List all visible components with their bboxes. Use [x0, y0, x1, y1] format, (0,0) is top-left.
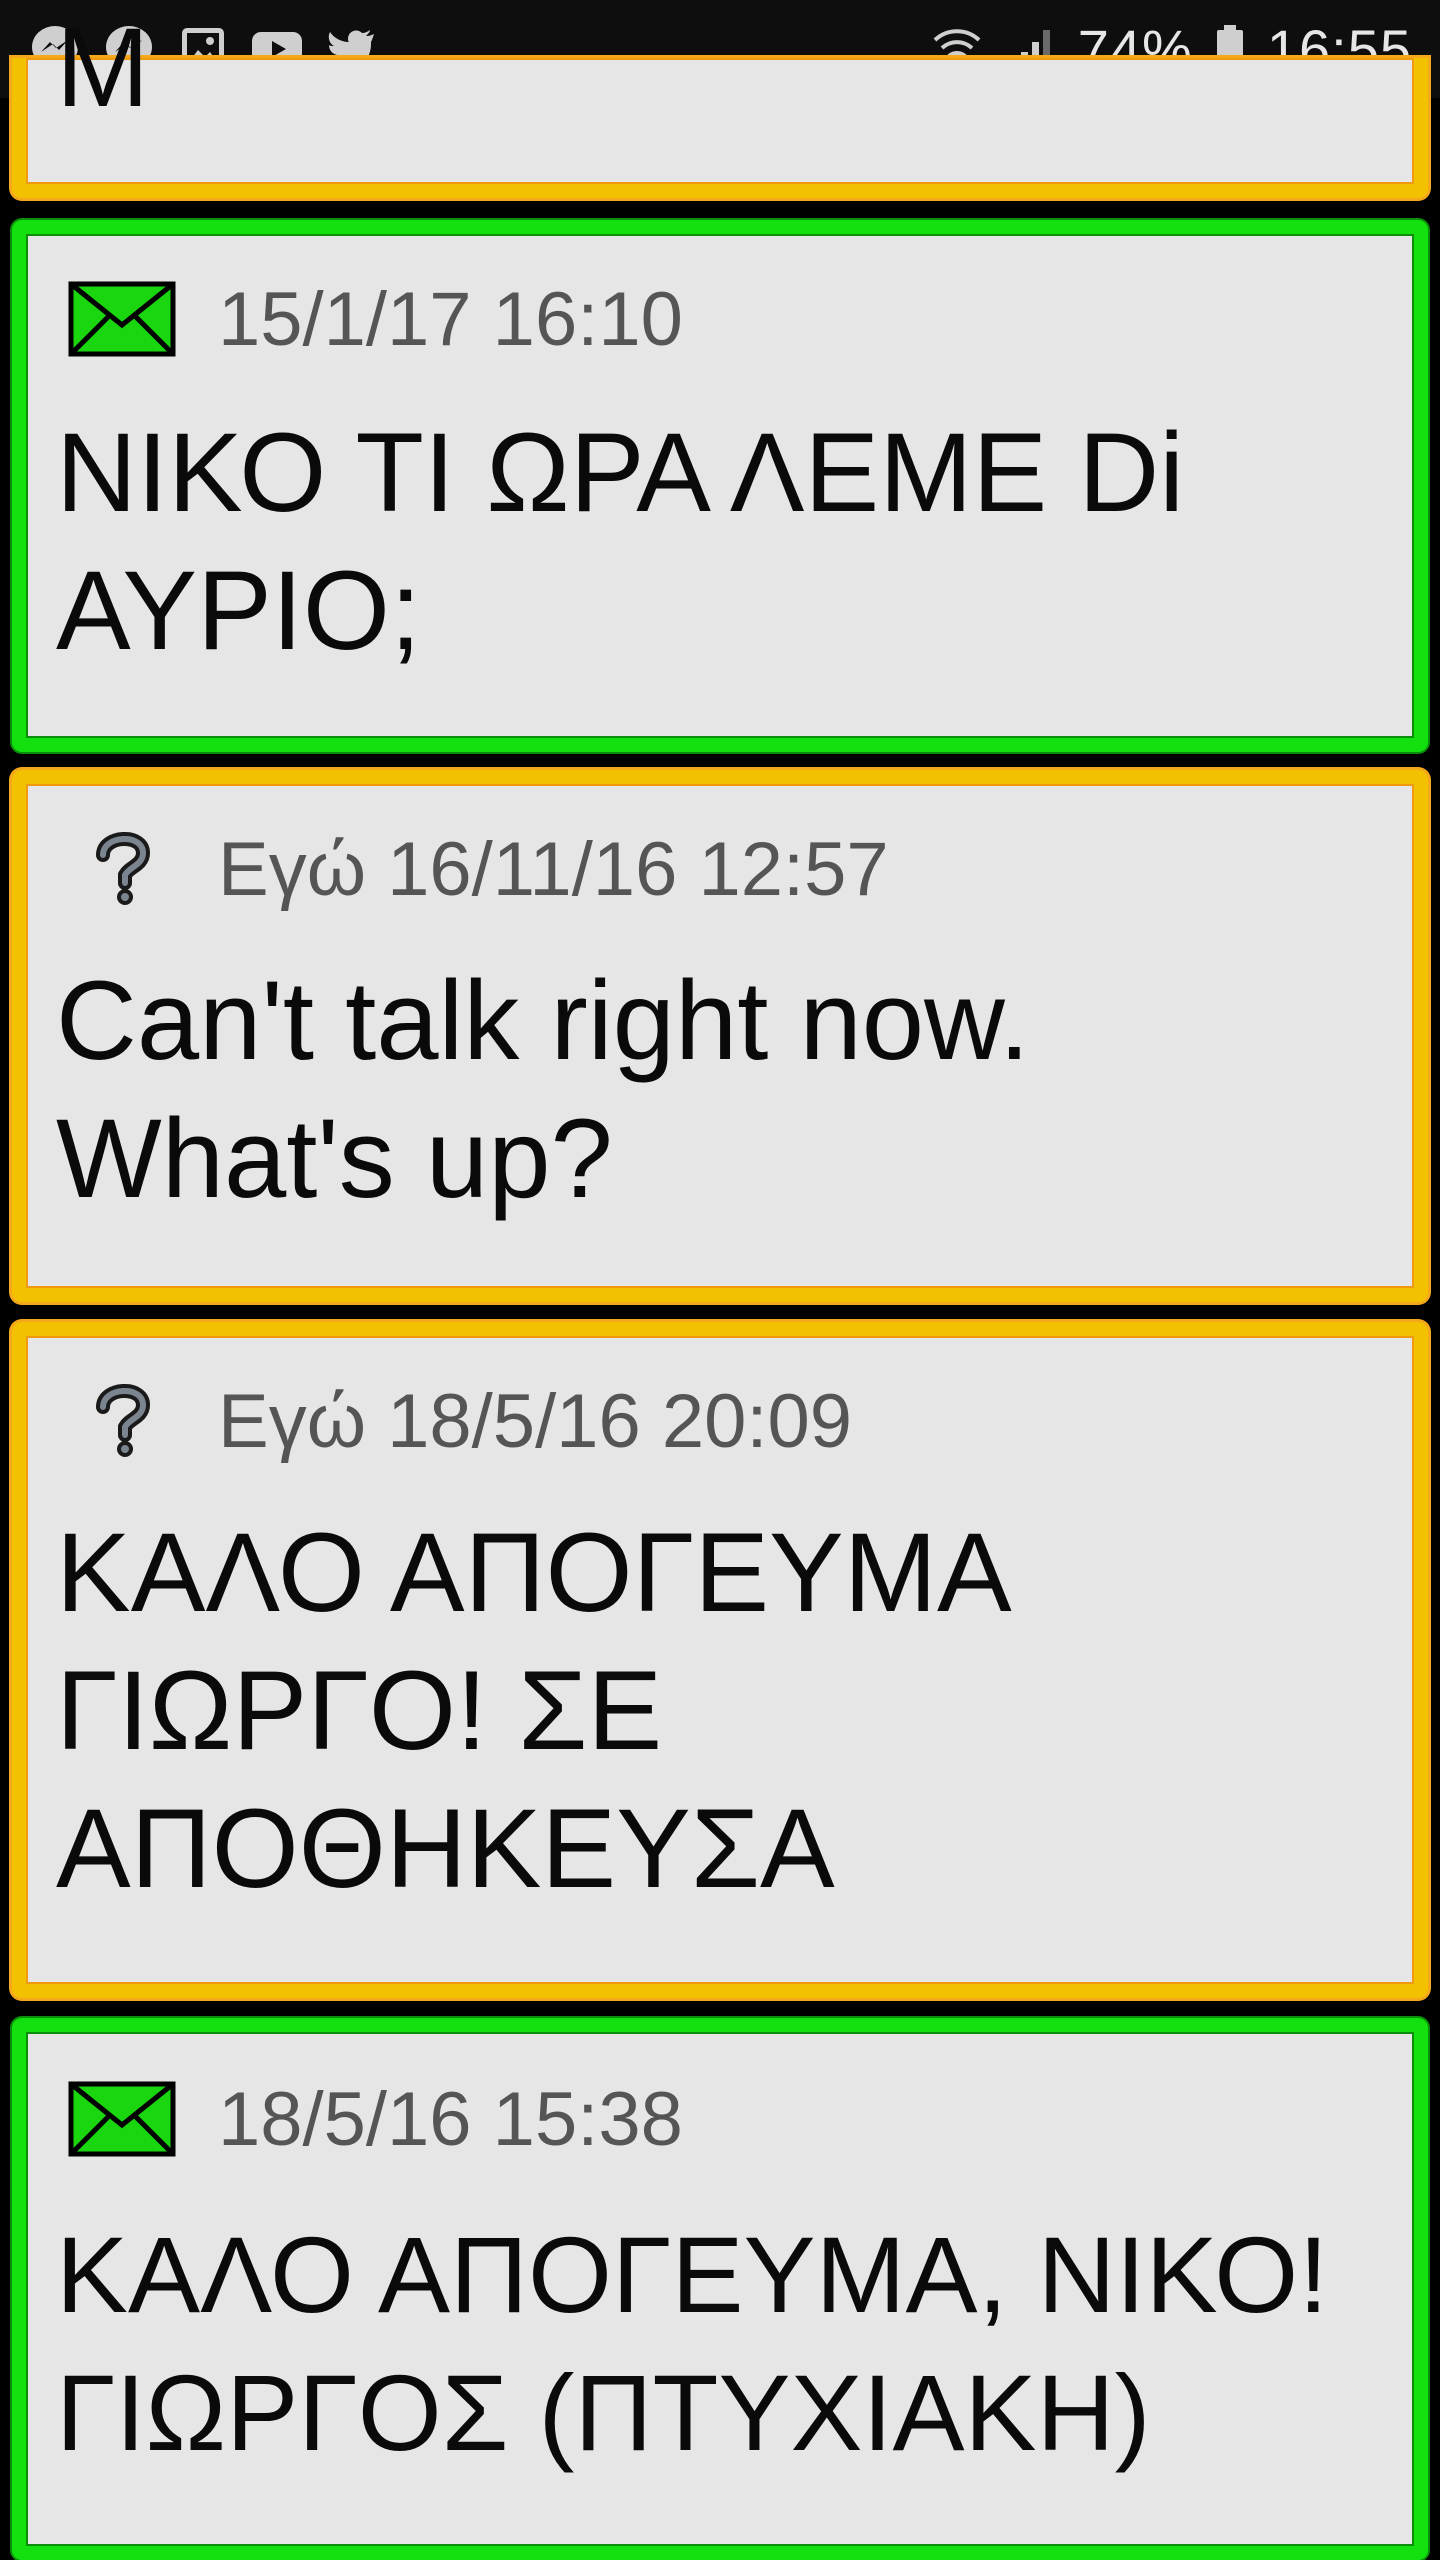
message-text: M	[56, 28, 150, 108]
message-header: 18/5/16 15:38	[66, 2074, 683, 2164]
message-card-sent[interactable]: Εγώ 16/11/16 12:57 Can't talk right now.…	[12, 770, 1428, 1302]
message-timestamp: Εγώ 18/5/16 20:09	[218, 1378, 853, 1464]
envelope-icon	[66, 279, 178, 359]
message-text: Can't talk right now. What's up?	[56, 958, 1030, 1221]
message-timestamp: 18/5/16 15:38	[218, 2076, 683, 2162]
message-card-sent[interactable]: M	[12, 28, 1428, 198]
message-card-received[interactable]: 18/5/16 15:38 ΚΑΛΟ ΑΠΟΓΕΥΜΑ, ΝΙΚΟ! ΓΙΩΡΓ…	[12, 2018, 1428, 2560]
message-header: Εγώ 18/5/16 20:09	[66, 1376, 852, 1466]
message-timestamp: 15/1/17 16:10	[218, 276, 683, 362]
question-icon	[66, 829, 178, 909]
message-text: ΚΑΛΟ ΑΠΟΓΕΥΜΑ ΓΙΩΡΓΟ! ΣΕ ΑΠΟΘΗΚΕΥΣΑ	[56, 1510, 1012, 1911]
message-card-sent[interactable]: Εγώ 18/5/16 20:09 ΚΑΛΟ ΑΠΟΓΕΥΜΑ ΓΙΩΡΓΟ! …	[12, 1322, 1428, 1998]
question-icon	[66, 1381, 178, 1461]
message-header: 15/1/17 16:10	[66, 274, 683, 364]
message-card-received[interactable]: 15/1/17 16:10 ΝΙΚΟ ΤΙ ΩΡΑ ΛΕΜΕ Di ΑΥΡΙΟ;	[12, 220, 1428, 752]
message-text: ΚΑΛΟ ΑΠΟΓΕΥΜΑ, ΝΙΚΟ! ΓΙΩΡΓΟΣ (ΠΤΥΧΙΑΚΗ)	[56, 2214, 1329, 2473]
envelope-icon	[66, 2079, 178, 2159]
message-header: Εγώ 16/11/16 12:57	[66, 824, 889, 914]
message-timestamp: Εγώ 16/11/16 12:57	[218, 826, 889, 912]
message-text: ΝΙΚΟ ΤΙ ΩΡΑ ΛΕΜΕ Di ΑΥΡΙΟ;	[56, 410, 1185, 673]
